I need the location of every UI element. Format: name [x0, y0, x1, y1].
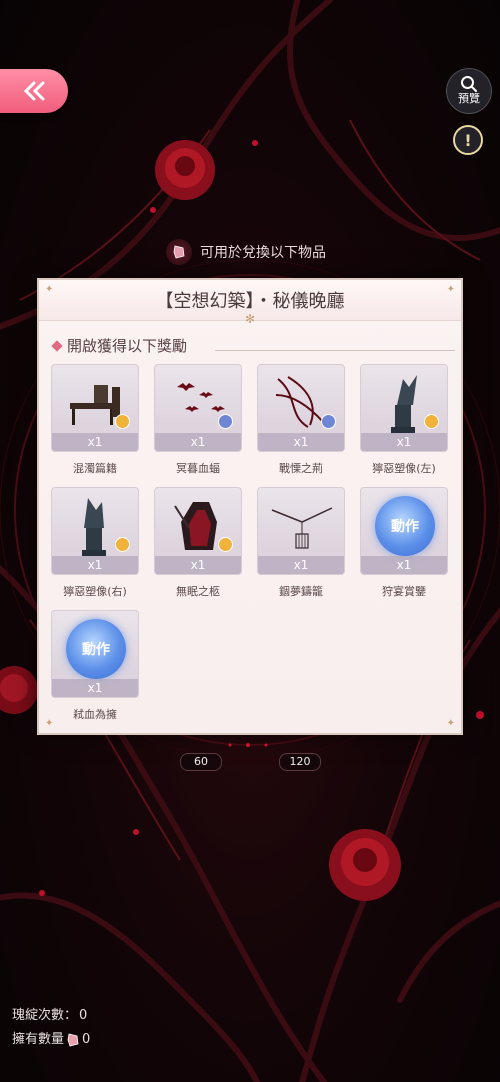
badge-gold-icon — [115, 414, 130, 429]
item-qty: x1 — [361, 433, 447, 451]
spin-count-row: 瑰綻次數： 0 — [12, 1004, 90, 1028]
action-icon: 動作 — [375, 496, 435, 556]
info-button[interactable]: ! — [453, 125, 483, 155]
preview-button[interactable]: 預覽 — [446, 68, 492, 114]
item-frame: x1 — [257, 364, 345, 452]
spin-count-label: 瑰綻次數： — [12, 1008, 78, 1023]
badge-blue-icon — [321, 414, 336, 429]
item-name: 戰慄之荊 — [279, 462, 323, 475]
owned-value: 0 — [82, 1032, 91, 1047]
star-ornament-icon: ✦ — [446, 718, 455, 729]
reward-panel: 【空想幻築】・秘儀晚廳 ✦ ✦ ✻ ✦ ✦ 開啟獲得以下獎勵 x1 混濁篇籍 x… — [37, 278, 463, 735]
milestone-120: 120 — [279, 753, 321, 771]
exclamation-icon: ! — [464, 130, 472, 150]
item-name: 獰惡塑像(左) — [372, 462, 436, 475]
snowflake-ornament-icon: ✻ — [245, 312, 256, 326]
preview-label: 預覽 — [458, 92, 480, 105]
reward-item[interactable]: 動作 x1 弒血為擁 — [51, 610, 139, 722]
action-icon: 動作 — [66, 619, 126, 679]
reward-item[interactable]: x1 獰惡塑像(右) — [51, 487, 139, 599]
item-name: 弒血為擁 — [73, 708, 117, 721]
item-frame: x1 — [257, 487, 345, 575]
item-name: 無眠之柩 — [176, 585, 220, 598]
diamond-icon — [51, 339, 63, 352]
badge-gold-icon — [424, 414, 439, 429]
item-name: 獰惡塑像(右) — [63, 585, 127, 598]
item-qty: x1 — [52, 679, 138, 697]
item-qty: x1 — [52, 556, 138, 574]
item-frame: x1 — [360, 364, 448, 452]
exchange-hint-text: 可用於兌換以下物品 — [200, 245, 326, 261]
reward-item[interactable]: 動作 x1 狩宴賞鑒 — [360, 487, 448, 599]
magnifier-icon — [461, 76, 477, 92]
double-chevron-left-icon — [23, 81, 45, 101]
badge-blue-icon — [218, 414, 233, 429]
item-name: 狩宴賞鑒 — [382, 585, 426, 598]
reward-item[interactable]: x1 冥暮血蝠 — [154, 364, 242, 476]
rose-icon — [329, 829, 401, 901]
item-frame: x1 — [51, 487, 139, 575]
rose-icon — [0, 666, 38, 714]
item-qty: x1 — [155, 556, 241, 574]
reward-item[interactable]: x1 獰惡塑像(左) — [360, 364, 448, 476]
badge-gold-icon — [115, 537, 130, 552]
badge-gold-icon — [218, 537, 233, 552]
reward-item[interactable]: x1 無眠之柩 — [154, 487, 242, 599]
reward-item[interactable]: x1 錮夢鑄籠 — [257, 487, 345, 599]
section-divider — [215, 350, 455, 351]
item-frame: x1 — [154, 487, 242, 575]
milestone-60: 60 — [180, 753, 222, 771]
item-frame: 動作 x1 — [360, 487, 448, 575]
item-frame: x1 — [154, 364, 242, 452]
item-qty: x1 — [52, 433, 138, 451]
item-name: 錮夢鑄籠 — [279, 585, 323, 598]
bottom-stats: 瑰綻次數： 0 擁有數量 0 — [12, 1004, 90, 1052]
crystal-icon — [67, 1033, 79, 1047]
action-label: 動作 — [391, 519, 419, 535]
item-qty: x1 — [258, 433, 344, 451]
cage-icon — [271, 507, 333, 549]
panel-title-text: 【空想幻築】・秘儀晚廳 — [155, 291, 345, 312]
item-qty: x1 — [155, 433, 241, 451]
spin-count-value: 0 — [79, 1008, 88, 1023]
item-name: 冥暮血蝠 — [176, 462, 220, 475]
section-title-text: 開啟獲得以下獎勵 — [67, 337, 188, 355]
crystal-icon — [166, 239, 192, 265]
owned-label: 擁有數量 — [12, 1032, 65, 1047]
rose-icon — [155, 140, 215, 200]
item-qty: x1 — [361, 556, 447, 574]
section-title: 開啟獲得以下獎勵 — [51, 335, 188, 356]
owned-row: 擁有數量 0 — [12, 1028, 90, 1052]
back-button[interactable] — [0, 69, 68, 113]
action-label: 動作 — [82, 642, 110, 658]
reward-item[interactable]: x1 混濁篇籍 — [51, 364, 139, 476]
item-frame: x1 — [51, 364, 139, 452]
item-qty: x1 — [258, 556, 344, 574]
star-ornament-icon: ✦ — [446, 284, 455, 295]
star-ornament-icon: ✦ — [45, 284, 54, 295]
item-name: 混濁篇籍 — [73, 462, 117, 475]
exchange-hint: 可用於兌換以下物品 — [166, 238, 326, 266]
reward-item[interactable]: x1 戰慄之荊 — [257, 364, 345, 476]
item-frame: 動作 x1 — [51, 610, 139, 698]
